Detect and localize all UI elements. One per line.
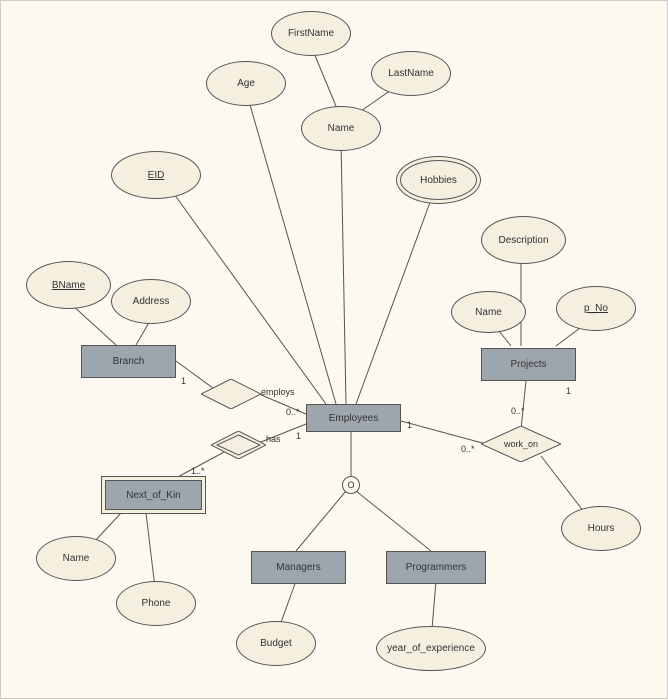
- entity-projects: Projects: [481, 348, 576, 381]
- entity-employees: Employees: [306, 404, 401, 432]
- entity-branch: Branch: [81, 345, 176, 378]
- rel-employs-label: employs: [261, 387, 295, 397]
- entity-label: Projects: [510, 359, 546, 370]
- attr-firstname: FirstName: [271, 11, 351, 56]
- attr-hobbies: Hobbies: [396, 156, 481, 204]
- attr-label: Age: [237, 78, 255, 89]
- attr-year-exp: year_of_experience: [376, 626, 486, 671]
- rel-label: work_on: [504, 439, 538, 449]
- entity-label: Branch: [113, 356, 145, 367]
- entity-label: Managers: [276, 562, 320, 573]
- attr-label: p_No: [584, 303, 608, 314]
- attr-nok-name: Name: [36, 536, 116, 581]
- attr-label: Hobbies: [420, 175, 457, 186]
- attr-pno: p_No: [556, 286, 636, 331]
- entity-managers: Managers: [251, 551, 346, 584]
- attr-phone: Phone: [116, 581, 196, 626]
- attr-budget: Budget: [236, 621, 316, 666]
- card-branch-employs: 1: [181, 376, 186, 386]
- attr-bname: BName: [26, 261, 111, 309]
- entity-next-of-kin: Next_of_Kin: [101, 476, 206, 514]
- attr-label: Name: [328, 123, 355, 134]
- attr-hours: Hours: [561, 506, 641, 551]
- attr-label: BName: [52, 280, 85, 291]
- entity-label: Employees: [329, 413, 378, 424]
- card-workon-proj: 0..*: [511, 406, 525, 416]
- card-emp-has: 1: [296, 431, 301, 441]
- attr-emp-name: Name: [301, 106, 381, 151]
- attr-age: Age: [206, 61, 286, 106]
- attr-label: Address: [133, 296, 170, 307]
- entity-label: Programmers: [406, 562, 467, 573]
- attr-label: Description: [498, 235, 548, 246]
- card-has-nok: 1..*: [191, 466, 205, 476]
- attr-label: Name: [63, 553, 90, 564]
- attr-label: LastName: [388, 68, 434, 79]
- attr-proj-name: Name: [451, 291, 526, 333]
- inheritance-label: O: [347, 480, 354, 490]
- card-workon-emp: 0..*: [461, 444, 475, 454]
- inheritance-symbol: O: [342, 476, 360, 494]
- attr-lastname: LastName: [371, 51, 451, 96]
- attr-label: Hours: [588, 523, 615, 534]
- card-employs-emp: 0..*: [286, 407, 300, 417]
- rel-employs: [201, 379, 261, 409]
- attr-label: Phone: [142, 598, 171, 609]
- attr-label: EID: [148, 170, 165, 181]
- attr-label: Budget: [260, 638, 292, 649]
- rel-work-on: work_on: [481, 426, 561, 462]
- attr-label: FirstName: [288, 28, 334, 39]
- er-diagram-canvas: FirstName LastName Age Name EID Hobbies …: [0, 0, 668, 699]
- attr-label: year_of_experience: [387, 643, 475, 654]
- attr-description: Description: [481, 216, 566, 264]
- attr-address: Address: [111, 279, 191, 324]
- entity-programmers: Programmers: [386, 551, 486, 584]
- rel-has-label: has: [266, 434, 281, 444]
- attr-eid: EID: [111, 151, 201, 199]
- attr-label: Name: [475, 307, 502, 318]
- entity-label: Next_of_Kin: [126, 490, 180, 501]
- card-emp-workon: 1: [407, 420, 412, 430]
- card-proj-workon: 1: [566, 386, 571, 396]
- rel-has: [211, 431, 266, 459]
